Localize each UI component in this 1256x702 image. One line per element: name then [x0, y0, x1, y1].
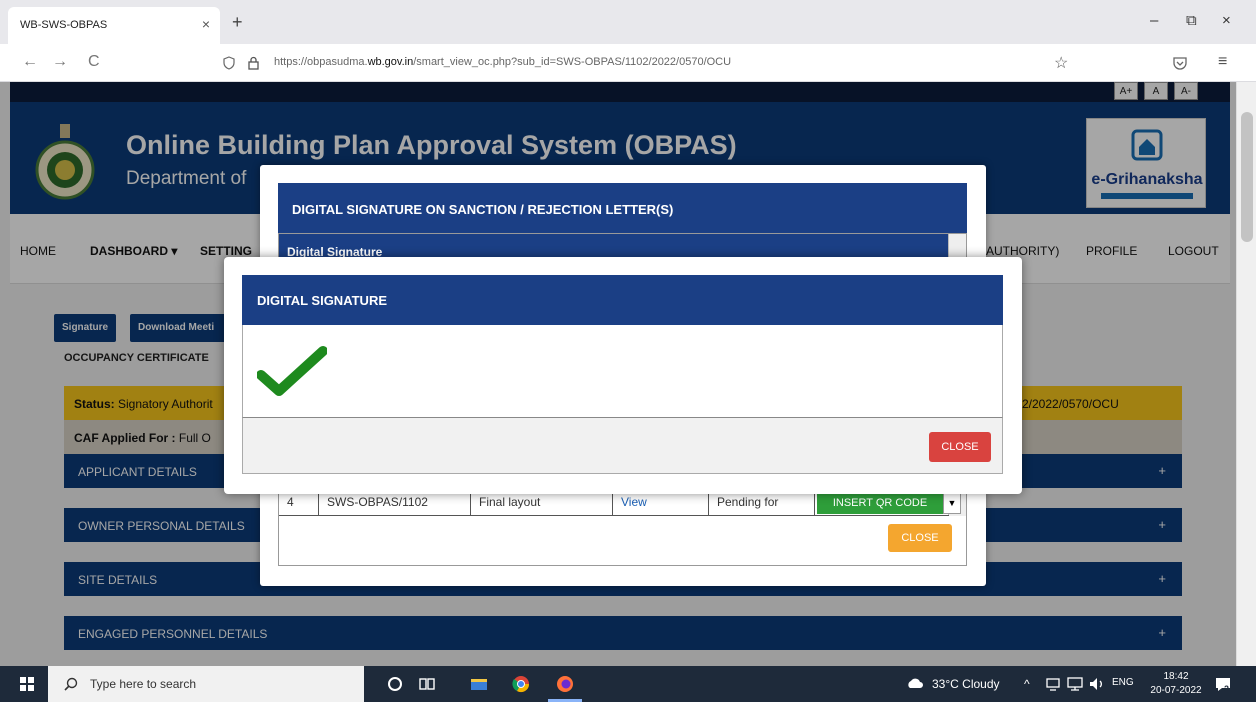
tab-title: WB-SWS-OBPAS — [20, 19, 108, 31]
weather-text[interactable]: 33°C Cloudy — [932, 677, 1000, 691]
notification-icon[interactable] — [1214, 675, 1232, 693]
url-text: https://obpasudma.wb.gov.in/smart_view_o… — [274, 56, 731, 68]
url-path: /smart_view_oc.php?sub_id=SWS-OBPAS/1102… — [413, 56, 732, 68]
taskbar-search[interactable]: Type here to search — [48, 666, 364, 702]
modal-title: DIGITAL SIGNATURE — [257, 293, 387, 308]
url-prefix: https://obpasudma. — [274, 56, 368, 68]
close-button[interactable]: CLOSE — [929, 432, 991, 462]
modal-footer: CLOSE — [242, 418, 1003, 474]
cortana-icon[interactable] — [386, 675, 404, 693]
bookmark-star-icon[interactable]: ☆ — [1054, 53, 1068, 73]
system-clock[interactable]: 18:42 20-07-2022 — [1148, 670, 1204, 698]
lock-icon — [248, 56, 259, 70]
language-indicator[interactable]: ENG — [1112, 677, 1134, 688]
new-tab-icon[interactable]: + — [232, 12, 243, 33]
url-domain: wb.gov.in — [367, 56, 414, 68]
insert-qr-code-button[interactable]: INSERT QR CODE — [817, 492, 943, 514]
menu-icon[interactable]: ≡ — [1218, 53, 1227, 71]
volume-icon[interactable] — [1088, 675, 1106, 693]
reload-icon[interactable]: C — [88, 53, 100, 71]
pocket-icon[interactable] — [1172, 55, 1188, 71]
back-icon[interactable]: ← — [22, 53, 38, 71]
task-view-icon[interactable] — [418, 675, 436, 693]
browser-tabbar: WB-SWS-OBPAS × + – ⧉ × — [0, 0, 1256, 44]
window-close-icon[interactable]: × — [1222, 12, 1231, 29]
scroll-thumb[interactable] — [1241, 112, 1253, 242]
digital-signature-modal: DIGITAL SIGNATURE CLOSE — [224, 257, 1022, 494]
chrome-icon[interactable] — [512, 675, 530, 693]
restore-icon[interactable]: ⧉ — [1186, 12, 1197, 29]
close-button[interactable]: CLOSE — [888, 524, 952, 552]
display-icon[interactable] — [1066, 675, 1084, 693]
file-explorer-icon[interactable] — [470, 675, 488, 693]
modal-header: DIGITAL SIGNATURE ON SANCTION / REJECTIO… — [278, 183, 967, 233]
browser-tab[interactable]: WB-SWS-OBPAS × — [8, 7, 220, 44]
modal-title: DIGITAL SIGNATURE ON SANCTION / REJECTIO… — [292, 202, 674, 217]
forward-icon[interactable]: → — [52, 53, 68, 71]
shield-icon — [223, 56, 235, 70]
search-placeholder: Type here to search — [90, 677, 197, 691]
browser-urlbar: ← → C https://obpasudma.wb.gov.in/smart_… — [0, 44, 1256, 82]
search-icon — [64, 677, 78, 691]
chevron-down-icon[interactable]: ▼ — [943, 492, 961, 514]
notification-count: 2 — [1224, 684, 1230, 694]
modal-body — [242, 325, 1003, 418]
windows-start-icon[interactable] — [20, 677, 34, 691]
page-scrollbar[interactable] — [1236, 82, 1256, 666]
network-icon[interactable] — [1044, 675, 1062, 693]
chevron-up-icon[interactable]: ^ — [1024, 677, 1030, 691]
windows-taskbar: Type here to search 33°C Cloudy ^ ENG 18… — [0, 666, 1256, 702]
clock-time: 18:42 — [1163, 671, 1189, 682]
cloud-icon — [908, 678, 923, 688]
firefox-icon[interactable] — [556, 675, 574, 693]
success-check-icon — [257, 346, 327, 396]
minimize-icon[interactable]: – — [1150, 12, 1158, 29]
modal-header: DIGITAL SIGNATURE — [242, 275, 1003, 325]
tab-close-icon[interactable]: × — [202, 16, 210, 32]
clock-date: 20-07-2022 — [1150, 685, 1202, 696]
address-bar[interactable]: https://obpasudma.wb.gov.in/smart_view_o… — [218, 49, 1078, 77]
